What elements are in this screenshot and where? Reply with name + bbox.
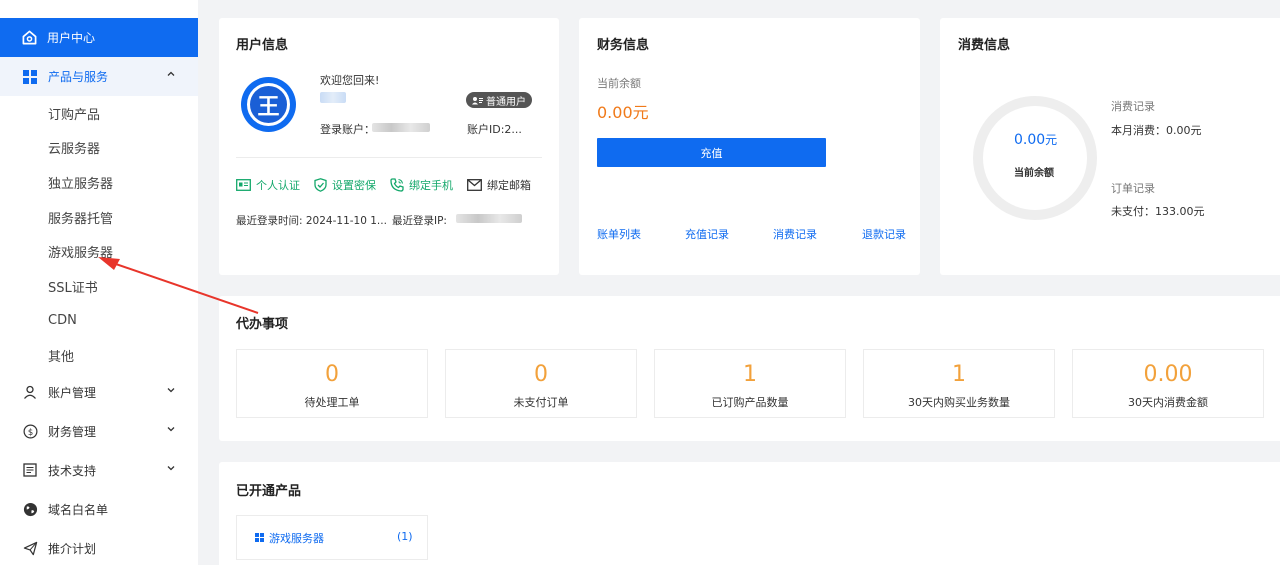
sidebar-item-referral[interactable]: 推介计划 xyxy=(0,529,198,565)
user-info-title: 用户信息 xyxy=(236,38,289,53)
sidebar-sub-other[interactable]: 其他 xyxy=(0,338,198,373)
home-icon xyxy=(22,30,37,45)
balance-ring xyxy=(973,96,1097,220)
user-info-divider xyxy=(236,157,542,158)
sidebar-item-label: 财务管理 xyxy=(48,424,97,439)
ring-value: 0.00元 xyxy=(1014,132,1058,148)
stat-label: 待处理工单 xyxy=(304,396,360,409)
stat-unpaid-orders[interactable]: 0 未支付订单 xyxy=(445,349,637,418)
account-id: 账户ID:2... xyxy=(467,123,522,136)
recharge-button[interactable]: 充值 xyxy=(597,138,826,167)
balance-label: 当前余额 xyxy=(597,77,641,90)
balance-value: 0.00元 xyxy=(597,103,649,122)
stat-value: 0 xyxy=(534,362,548,387)
product-count: (1) xyxy=(397,530,413,543)
user-level-badge: 普通用户 xyxy=(466,92,532,108)
document-icon xyxy=(22,462,38,478)
stat-label: 已订购产品数量 xyxy=(711,396,789,409)
stat-value: 0.00 xyxy=(1143,362,1193,387)
id-card-icon xyxy=(236,179,251,191)
last-login-ip-label: 最近登录IP: xyxy=(392,215,447,227)
sidebar: 用户中心 产品与服务 订购产品 云服务器 独立服务器 服务器托管 游戏服务器 S… xyxy=(0,0,198,565)
sidebar-sub-order[interactable]: 订购产品 xyxy=(0,96,198,131)
products-title: 已开通产品 xyxy=(236,484,302,499)
sidebar-sub-ssl[interactable]: SSL证书 xyxy=(0,269,198,304)
shield-check-icon xyxy=(314,178,327,192)
sidebar-item-whitelist[interactable]: 域名白名单 xyxy=(0,490,198,529)
stat-30day-purchases[interactable]: 1 30天内购买业务数量 xyxy=(863,349,1055,418)
stat-label: 未支付订单 xyxy=(513,396,569,409)
ring-label: 当前余额 xyxy=(1014,168,1054,179)
badge-label: 普通用户 xyxy=(486,96,526,108)
sidebar-item-finance[interactable]: $ 财务管理 xyxy=(0,412,198,451)
stat-value: 0 xyxy=(325,362,339,387)
welcome-text: 欢迎您回来! xyxy=(320,74,380,87)
consume-record-link[interactable]: 消费记录 xyxy=(773,226,817,242)
bill-list-link[interactable]: 账单列表 xyxy=(597,226,641,242)
sidebar-item-account[interactable]: 账户管理 xyxy=(0,373,198,412)
user-icon xyxy=(22,384,38,400)
grid-icon xyxy=(22,69,38,85)
svg-text:$: $ xyxy=(27,427,32,437)
stat-pending-tickets[interactable]: 0 待处理工单 xyxy=(236,349,428,418)
sidebar-sub-cdn[interactable]: CDN xyxy=(0,304,198,339)
login-account-label: 登录账户： xyxy=(320,123,375,136)
chevron-up-icon xyxy=(167,71,175,76)
recharge-record-link[interactable]: 充值记录 xyxy=(685,226,729,242)
stat-value: 1 xyxy=(952,362,966,387)
id-card-icon xyxy=(472,96,483,104)
chevron-down-icon xyxy=(167,387,175,393)
finance-info-title: 财务信息 xyxy=(597,38,650,53)
sidebar-item-label: 域名白名单 xyxy=(48,502,109,517)
verify-link[interactable]: 个人认证 xyxy=(236,177,300,193)
stat-label: 30天内购买业务数量 xyxy=(908,396,1010,409)
product-game-server[interactable]: 游戏服务器 (1) xyxy=(236,515,428,560)
send-icon xyxy=(22,540,38,556)
last-login-ip-blurred xyxy=(456,214,522,223)
username-blurred xyxy=(320,92,346,103)
sidebar-item-products[interactable]: 产品与服务 xyxy=(0,57,198,96)
stat-label: 30天内消费金额 xyxy=(1128,396,1208,409)
sidebar-sub-dedicated-server[interactable]: 独立服务器 xyxy=(0,165,198,200)
sidebar-item-label: 产品与服务 xyxy=(48,70,109,84)
login-account-blurred xyxy=(372,123,430,132)
sidebar-item-label: 推介计划 xyxy=(48,541,97,556)
stat-30day-spend[interactable]: 0.00 30天内消费金额 xyxy=(1072,349,1264,418)
mail-icon xyxy=(467,179,482,191)
globe-icon xyxy=(22,501,38,517)
chevron-down-icon xyxy=(167,426,175,432)
user-info-card xyxy=(219,18,559,275)
sidebar-item-label: 账户管理 xyxy=(48,385,97,400)
consume-record-title: 消费记录 xyxy=(1111,100,1155,113)
refund-record-link[interactable]: 退款记录 xyxy=(862,226,906,242)
avatar-letter: 王 xyxy=(247,83,290,126)
todo-title: 代办事项 xyxy=(236,317,289,332)
avatar[interactable]: 王 xyxy=(241,77,296,132)
stat-value: 1 xyxy=(743,362,757,387)
order-record-title: 订单记录 xyxy=(1111,182,1155,195)
email-link[interactable]: 绑定邮箱 xyxy=(467,177,531,193)
phone-icon xyxy=(390,178,404,192)
sidebar-sub-cloud-server[interactable]: 云服务器 xyxy=(0,131,198,166)
sidebar-item-support[interactable]: 技术支持 xyxy=(0,451,198,490)
stat-ordered-products[interactable]: 1 已订购产品数量 xyxy=(654,349,846,418)
last-login-time: 最近登录时间: 2024-11-10 1... xyxy=(236,215,387,227)
grid-icon xyxy=(255,533,264,542)
sidebar-sub-game-server[interactable]: 游戏服务器 xyxy=(0,234,198,269)
consumption-info-title: 消费信息 xyxy=(958,38,1011,53)
security-link[interactable]: 设置密保 xyxy=(314,177,376,193)
dollar-icon: $ xyxy=(22,423,38,439)
chevron-down-icon xyxy=(167,465,175,471)
sidebar-item-label: 技术支持 xyxy=(48,463,97,478)
order-record-value: 未支付：133.00元 xyxy=(1111,205,1205,218)
sidebar-sub-colocation[interactable]: 服务器托管 xyxy=(0,200,198,235)
phone-link[interactable]: 绑定手机 xyxy=(390,177,453,193)
product-name: 游戏服务器 xyxy=(269,532,324,545)
sidebar-item-user-center[interactable]: 用户中心 xyxy=(0,18,198,57)
sidebar-item-label: 用户中心 xyxy=(47,31,96,45)
consume-record-value: 本月消费：0.00元 xyxy=(1111,124,1202,137)
